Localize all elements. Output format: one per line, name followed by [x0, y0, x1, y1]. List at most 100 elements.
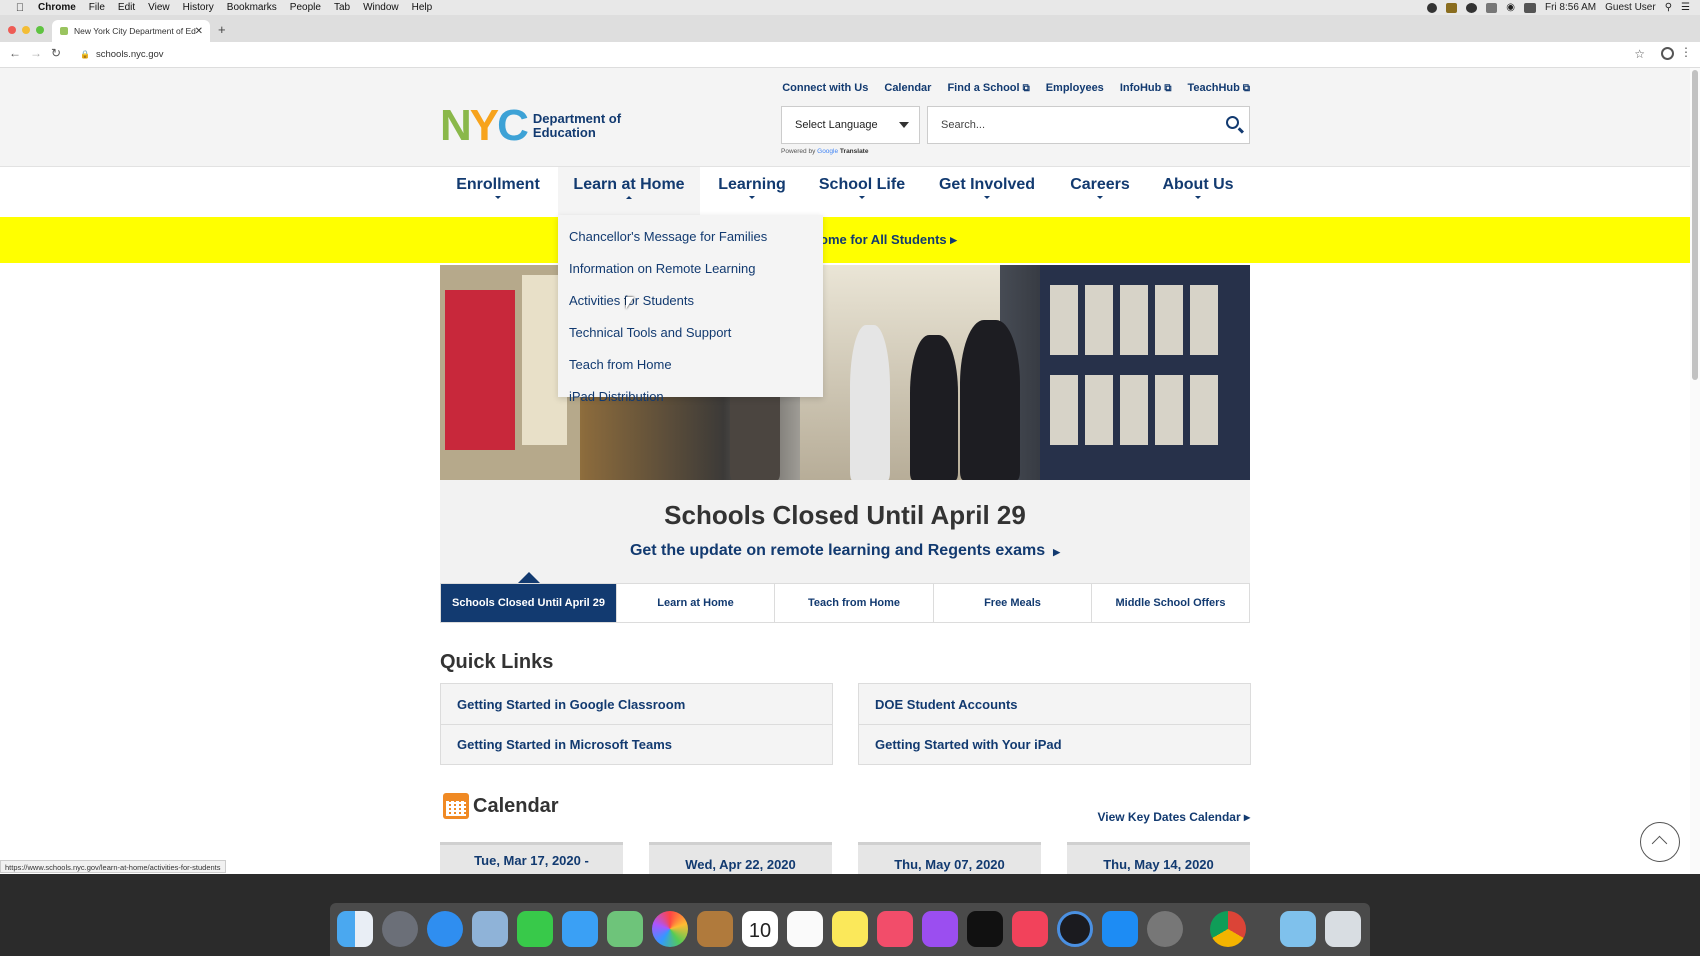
finder-icon[interactable] — [337, 911, 373, 947]
quicktime-icon[interactable] — [1057, 911, 1093, 947]
stickies-icon[interactable] — [832, 911, 868, 947]
nav-careers[interactable]: Careers — [1062, 167, 1138, 216]
back-icon[interactable]: ← — [9, 46, 21, 60]
infohub-link[interactable]: InfoHub ⧉ — [1120, 82, 1172, 94]
calendar-card[interactable]: Wed, Apr 22, 2020 — [649, 842, 832, 874]
quick-link-student-accounts[interactable]: DOE Student Accounts — [859, 684, 1250, 724]
close-window-icon[interactable] — [8, 26, 16, 34]
alert-banner[interactable]: ome for All Students ▸ — [0, 217, 1690, 263]
airplay-icon[interactable] — [1523, 2, 1536, 13]
apple-tv-icon[interactable] — [967, 911, 1003, 947]
chevron-down-icon — [749, 196, 755, 199]
dropdown-item-teach-from-home[interactable]: Teach from Home — [569, 357, 672, 372]
menu-file[interactable]: File — [89, 2, 105, 13]
menu-window[interactable]: Window — [363, 2, 399, 13]
web-page: NYC Department of Education Connect with… — [0, 68, 1690, 874]
dropdown-item-ipad-distribution[interactable]: iPad Distribution — [569, 389, 664, 404]
music-icon[interactable] — [877, 911, 913, 947]
search-icon[interactable] — [1226, 116, 1239, 129]
view-key-dates-link[interactable]: View Key Dates Calendar ▸ — [1097, 810, 1250, 824]
messages-icon[interactable] — [562, 911, 598, 947]
dropdown-item-remote-learning[interactable]: Information on Remote Learning — [569, 261, 755, 276]
profile-icon[interactable] — [1661, 47, 1674, 60]
notes-book-icon[interactable] — [697, 911, 733, 947]
nav-enrollment[interactable]: Enrollment — [446, 167, 550, 216]
zoom-window-icon[interactable] — [36, 26, 44, 34]
nav-learn-at-home[interactable]: Learn at Home — [558, 167, 700, 216]
calendar-card[interactable]: Thu, May 07, 2020 — [858, 842, 1041, 874]
find-school-link[interactable]: Find a School ⧉ — [947, 82, 1029, 94]
maps-icon[interactable] — [607, 911, 643, 947]
menu-view[interactable]: View — [148, 2, 170, 13]
scroll-to-top-button[interactable] — [1640, 822, 1680, 862]
battery-icon[interactable] — [1486, 2, 1498, 13]
calendar-card[interactable]: Tue, Mar 17, 2020 - — [440, 842, 623, 874]
apple-menu-icon[interactable]:  — [12, 2, 28, 14]
safari-icon[interactable] — [427, 911, 463, 947]
shield-icon[interactable] — [1446, 2, 1458, 13]
teachhub-link[interactable]: TeachHub ⧉ — [1188, 82, 1251, 94]
menu-tab[interactable]: Tab — [334, 2, 350, 13]
preview-icon[interactable] — [472, 911, 508, 947]
nav-learning[interactable]: Learning — [712, 167, 792, 216]
downloads-folder-icon[interactable] — [1280, 911, 1316, 947]
menu-app-name[interactable]: Chrome — [38, 2, 76, 13]
nyc-doe-logo[interactable]: NYC Department of Education — [440, 104, 621, 148]
hero-tab-learn-at-home[interactable]: Learn at Home — [617, 584, 775, 622]
browser-tab[interactable]: New York City Department of Ed ✕ — [52, 20, 210, 42]
menubar-user[interactable]: Guest User — [1605, 2, 1656, 13]
status-icon[interactable] — [1466, 2, 1478, 13]
scrollbar-thumb[interactable] — [1692, 70, 1698, 380]
record-icon[interactable] — [1427, 2, 1438, 13]
close-tab-icon[interactable]: ✕ — [195, 26, 203, 37]
nav-about-us[interactable]: About Us — [1158, 167, 1238, 216]
trash-icon[interactable] — [1325, 911, 1361, 947]
chrome-icon[interactable] — [1210, 911, 1246, 947]
podcasts-icon[interactable] — [922, 911, 958, 947]
menu-help[interactable]: Help — [412, 2, 433, 13]
facetime-icon[interactable] — [517, 911, 553, 947]
address-bar[interactable]: 🔒 schools.nyc.gov — [80, 46, 164, 64]
minimize-window-icon[interactable] — [22, 26, 30, 34]
spotlight-icon[interactable]: ⚲ — [1665, 2, 1672, 13]
forward-icon[interactable]: → — [30, 46, 42, 60]
nav-get-involved[interactable]: Get Involved — [932, 167, 1042, 216]
hero-tab-schools-closed[interactable]: Schools Closed Until April 29 — [441, 584, 617, 622]
language-select[interactable]: Select Language — [781, 106, 920, 144]
system-preferences-icon[interactable] — [1147, 911, 1183, 947]
reminders-icon[interactable] — [787, 911, 823, 947]
new-tab-icon[interactable]: + — [218, 22, 226, 37]
wifi-icon[interactable]: ◉ — [1506, 2, 1515, 13]
page-scrollbar[interactable] — [1690, 68, 1700, 874]
hero-subtitle-link[interactable]: Get the update on remote learning and Re… — [440, 542, 1250, 560]
quick-link-ipad[interactable]: Getting Started with Your iPad — [859, 724, 1250, 764]
calendar-card[interactable]: Thu, May 14, 2020 — [1067, 842, 1250, 874]
calendar-link[interactable]: Calendar — [884, 82, 931, 94]
calendar-app-icon[interactable]: 10 — [742, 911, 778, 947]
more-menu-icon[interactable]: ⋮ — [1680, 45, 1692, 59]
dropdown-item-technical-tools[interactable]: Technical Tools and Support — [569, 325, 731, 340]
dropdown-item-chancellors-message[interactable]: Chancellor's Message for Families — [569, 229, 767, 244]
news-icon[interactable] — [1012, 911, 1048, 947]
quick-link-google-classroom[interactable]: Getting Started in Google Classroom — [441, 684, 832, 724]
quick-link-microsoft-teams[interactable]: Getting Started in Microsoft Teams — [441, 724, 832, 764]
nav-school-life[interactable]: School Life — [812, 167, 912, 216]
search-input[interactable]: Search... — [927, 106, 1250, 144]
hero-tab-teach-from-home[interactable]: Teach from Home — [775, 584, 934, 622]
menubar-clock[interactable]: Fri 8:56 AM — [1545, 2, 1596, 13]
hero-tab-free-meals[interactable]: Free Meals — [934, 584, 1092, 622]
hero-tab-middle-school-offers[interactable]: Middle School Offers — [1092, 584, 1249, 622]
photos-icon[interactable] — [652, 911, 688, 947]
menu-history[interactable]: History — [183, 2, 214, 13]
app-store-icon[interactable] — [1102, 911, 1138, 947]
menu-edit[interactable]: Edit — [118, 2, 135, 13]
menu-people[interactable]: People — [290, 2, 321, 13]
employees-link[interactable]: Employees — [1046, 82, 1104, 94]
launchpad-icon[interactable] — [382, 911, 418, 947]
bookmark-star-icon[interactable]: ☆ — [1634, 47, 1645, 61]
menu-bookmarks[interactable]: Bookmarks — [227, 2, 277, 13]
reload-icon[interactable]: ↻ — [51, 46, 61, 60]
connect-link[interactable]: Connect with Us — [782, 82, 868, 94]
control-center-icon[interactable]: ☰ — [1681, 2, 1690, 13]
chevron-down-icon — [899, 122, 909, 128]
